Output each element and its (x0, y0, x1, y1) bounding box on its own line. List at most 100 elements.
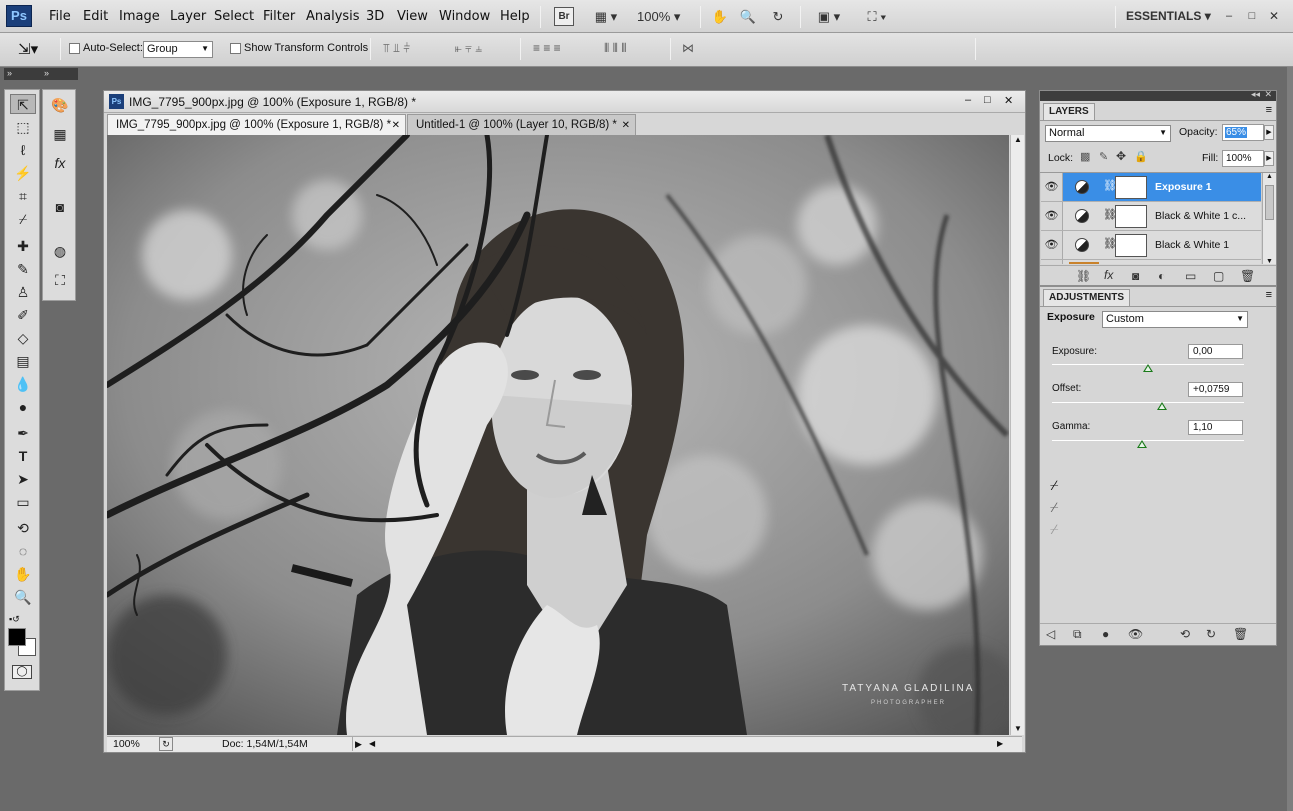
close-icon[interactable]: ✕ (1264, 89, 1272, 100)
hand-tool-icon[interactable]: ✋ (709, 7, 731, 26)
blend-mode-dropdown[interactable]: Normal ▼ (1045, 125, 1171, 142)
3d-rotate-icon[interactable]: ⟲ (10, 518, 36, 538)
align-top-icons[interactable]: ⫪ ⫫ ⫩ (383, 41, 410, 56)
lock-position-icon[interactable]: ✥ (1116, 149, 1126, 163)
transform-panel-icon[interactable]: ⛶ (47, 269, 73, 291)
menu-3d[interactable]: 3D (366, 9, 384, 24)
scroll-down-icon[interactable]: ▼ (1014, 724, 1022, 733)
view-extras-icon[interactable]: ▦ ▾ (589, 7, 623, 26)
marquee-tool-icon[interactable]: ⬚ (10, 117, 36, 137)
offset-input[interactable]: +0,0759 (1188, 382, 1243, 397)
layer-row-bw-copy[interactable]: 👁 ⛓ Black & White 1 c... (1041, 202, 1261, 231)
scroll-down-icon[interactable]: ▼ (1266, 258, 1273, 264)
menu-edit[interactable]: Edit (83, 9, 108, 24)
auto-select-checkbox[interactable] (69, 43, 80, 54)
add-mask-icon[interactable]: ◙ (1132, 269, 1139, 283)
clone-stamp-icon[interactable]: ♙ (10, 282, 36, 302)
exposure-slider-handle[interactable] (1143, 364, 1153, 372)
menu-select[interactable]: Select (214, 9, 254, 24)
shape-tool-icon[interactable]: ▭ (10, 492, 36, 512)
fill-slider-arrow-icon[interactable]: ▶ (1264, 151, 1274, 166)
eye-icon[interactable]: 👁 (1041, 173, 1063, 201)
menu-analysis[interactable]: Analysis (306, 9, 360, 24)
eye-icon[interactable] (1041, 260, 1063, 264)
move-tool-icon[interactable]: ⇱ (10, 94, 36, 114)
maximize-icon[interactable]: □ (1245, 7, 1259, 26)
styles-panel-icon[interactable]: fx (47, 152, 73, 174)
quick-mask-icon[interactable]: ◯ (12, 665, 32, 679)
menu-layer[interactable]: Layer (170, 9, 206, 24)
trash-icon[interactable]: 🗑 (1240, 269, 1255, 283)
hand-tool-icon[interactable]: ✋ (10, 564, 36, 584)
dodge-tool-icon[interactable]: ● (10, 397, 36, 417)
auto-align-icon[interactable]: ⋈ (682, 41, 694, 55)
eraser-tool-icon[interactable]: ◇ (10, 328, 36, 348)
magic-wand-icon[interactable]: ⚡ (10, 163, 36, 183)
status-zoom-icon[interactable]: ↻ (159, 737, 173, 751)
fill-field[interactable]: 100% (1222, 150, 1264, 167)
layer-row-exposure-1[interactable]: 👁 ⛓ Exposure 1 (1041, 173, 1261, 202)
lock-transparent-icon[interactable]: ▩ (1080, 150, 1090, 163)
brush-tool-icon[interactable]: ✎ (10, 259, 36, 279)
opacity-slider-arrow-icon[interactable]: ▶ (1264, 125, 1274, 140)
status-menu-arrow-icon[interactable]: ▶ (352, 737, 364, 751)
layers-scrollbar[interactable]: ▲ ▼ (1262, 173, 1276, 264)
collapse-icon[interactable]: ◂◂ (1251, 89, 1260, 100)
gamma-slider-track[interactable] (1052, 440, 1244, 441)
black-eyedropper-icon[interactable]: ⌿ (1050, 477, 1058, 494)
trash-icon[interactable]: 🗑 (1233, 627, 1248, 641)
eye-icon[interactable]: 👁 (1041, 231, 1063, 259)
workspace-switcher[interactable]: ESSENTIALS ▾ (1126, 7, 1216, 26)
menu-filter[interactable]: Filter (263, 9, 295, 24)
menu-image[interactable]: Image (119, 9, 160, 24)
scroll-right-icon[interactable]: ▶ (997, 737, 1003, 751)
visibility-eye-icon[interactable]: 👁 (1128, 627, 1143, 641)
auto-select-dropdown[interactable]: Group ▼ (143, 41, 213, 58)
gray-eyedropper-icon[interactable]: ⌿ (1050, 499, 1058, 516)
3d-panel-icon[interactable]: ◍ (47, 240, 73, 262)
reset-icon[interactable]: ↻ (1206, 627, 1216, 641)
close-tab-icon[interactable]: ✕ (392, 115, 400, 136)
blur-tool-icon[interactable]: 💧 (10, 374, 36, 394)
color-panel-icon[interactable]: 🎨 (47, 94, 73, 116)
align-left-icons[interactable]: ⫦ ⫧ ⫨ (455, 41, 482, 56)
status-zoom[interactable]: 100% (113, 738, 140, 750)
menu-file[interactable]: File (49, 9, 71, 24)
expanded-view-icon[interactable]: ⧉ (1073, 627, 1082, 642)
clip-to-layer-icon[interactable]: ● (1102, 627, 1109, 641)
fx-icon[interactable]: fx (1104, 268, 1113, 282)
zoom-tool-icon[interactable]: 🔍 (10, 587, 36, 607)
distribute-left-icons[interactable]: ⦀ ⦀ ⦀ (604, 41, 627, 56)
zoom-tool-icon[interactable]: 🔍 (737, 7, 759, 26)
layer-mask-thumbnail[interactable] (1115, 205, 1147, 228)
maximize-icon[interactable]: □ (984, 94, 991, 106)
offset-slider-handle[interactable] (1157, 402, 1167, 410)
gradient-tool-icon[interactable]: ▤ (10, 351, 36, 371)
default-colors-icon[interactable]: ▪↺ (9, 614, 20, 625)
menu-view[interactable]: View (397, 9, 428, 24)
tab-layers[interactable]: LAYERS (1043, 103, 1095, 120)
scroll-thumb[interactable] (1265, 185, 1274, 220)
foreground-color-swatch[interactable] (8, 628, 26, 646)
history-brush-icon[interactable]: ✐ (10, 305, 36, 325)
lock-all-icon[interactable]: 🔒 (1134, 150, 1148, 163)
document-canvas[interactable]: TATYANA GLADILINA PHOTOGRAPHER (107, 135, 1009, 735)
path-selection-icon[interactable]: ➤ (10, 469, 36, 489)
close-tab-icon[interactable]: ✕ (622, 115, 630, 136)
healing-brush-icon[interactable]: ✚ (10, 236, 36, 256)
tab-adjustments[interactable]: ADJUSTMENTS (1043, 289, 1131, 306)
lock-image-icon[interactable]: ✎ (1099, 150, 1108, 163)
opacity-field[interactable]: 65% (1222, 124, 1264, 141)
exposure-input[interactable]: 0,00 (1188, 344, 1243, 359)
distribute-top-icons[interactable]: ≡ ≡ ≡ (533, 41, 561, 55)
bridge-button[interactable]: Br (554, 7, 574, 26)
eyedropper-tool-icon[interactable]: ⌿ (10, 209, 36, 229)
collapse-icon[interactable]: » (44, 68, 49, 78)
preset-dropdown[interactable]: Custom ▼ (1102, 311, 1248, 328)
eye-icon[interactable]: 👁 (1041, 202, 1063, 230)
type-tool-icon[interactable]: T (10, 446, 36, 466)
show-transform-checkbox[interactable] (230, 43, 241, 54)
layer-row-bw-1[interactable]: 👁 ⛓ Black & White 1 (1041, 231, 1261, 260)
vertical-scrollbar[interactable]: ▲ ▼ (1010, 135, 1024, 735)
zoom-level-dropdown[interactable]: 100% ▾ (637, 7, 687, 26)
